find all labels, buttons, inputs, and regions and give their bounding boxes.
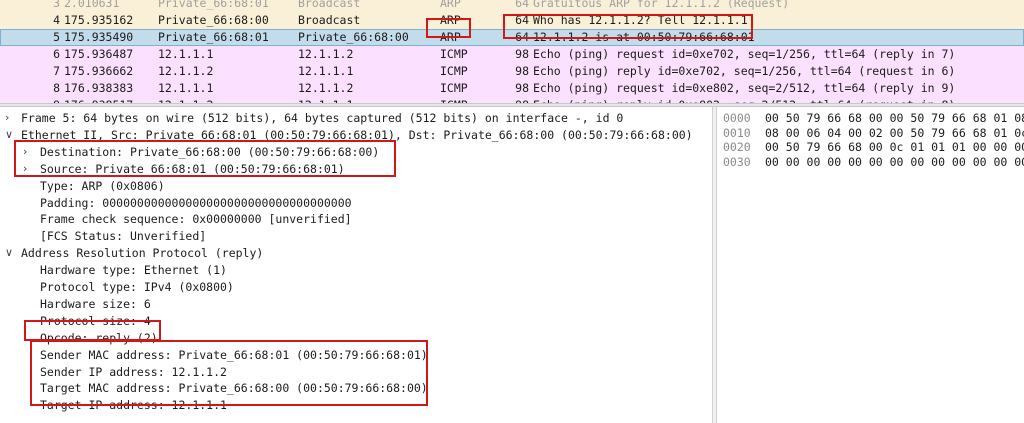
packet-destination: 12.1.1.2 — [298, 47, 354, 61]
packet-destination: Broadcast — [298, 13, 361, 27]
detail-tree-field[interactable]: Hardware type: Ethernet (1) — [0, 262, 712, 278]
annotation-box-info — [503, 14, 753, 39]
packet-row[interactable]: 8 176.938383 12.1.1.1 12.1.1.2 ICMP 98 Echo (p… — [0, 80, 1024, 97]
packet-protocol: ICMP — [440, 64, 468, 78]
packet-row[interactable]: 7 175.936662 12.1.1.2 12.1.1.1 ICMP 98 Echo (p… — [0, 63, 1024, 80]
tree-expanded-icon[interactable]: ∨ — [5, 245, 13, 261]
packet-time: 175.936662 — [64, 64, 134, 78]
detail-tree-field[interactable]: Type: ARP (0x0806) — [0, 178, 712, 194]
detail-text: Padding: 0000000000000000000000000000000… — [40, 195, 352, 210]
detail-tree-field[interactable]: [FCS Status: Unverified] — [0, 228, 712, 244]
detail-text: Address Resolution Protocol (reply) — [21, 246, 264, 261]
packet-protocol: ICMP — [440, 81, 468, 95]
packet-source: Private_66:68:01 — [158, 30, 269, 44]
packet-source: 12.1.1.1 — [158, 47, 214, 61]
packet-source: Private_66:68:00 — [158, 13, 269, 27]
hex-offset: 0030 — [723, 154, 751, 169]
packet-destination: Private_66:68:00 — [298, 30, 409, 44]
annotation-box-opcode — [24, 320, 161, 341]
packet-number: 8 — [53, 81, 60, 95]
packet-number: 5 — [53, 30, 60, 44]
detail-text: Hardware size: 6 — [40, 296, 151, 311]
packet-number: 7 — [53, 64, 60, 78]
detail-tree-field[interactable]: Padding: 0000000000000000000000000000000… — [0, 195, 712, 211]
hex-bytes[interactable]: 00 00 00 00 00 00 00 00 00 00 00 00 00 — [765, 154, 1024, 170]
packet-source: Private_66:68:01 — [158, 0, 269, 10]
packet-number: 4 — [53, 13, 60, 27]
packet-info: Echo (ping) request id=0xe702, seq=1/256… — [533, 47, 956, 61]
packet-info: Gratuitous ARP for 12.1.1.2 (Request) — [533, 0, 790, 10]
packet-time: 175.935162 — [64, 13, 134, 27]
packet-destination: Broadcast — [298, 0, 361, 10]
packet-time: 175.935490 — [64, 30, 134, 44]
packet-length: 64 — [515, 0, 529, 10]
detail-text: Frame 5: 64 bytes on wire (512 bits), 64… — [21, 111, 624, 125]
packet-destination: 12.1.1.2 — [298, 81, 354, 95]
packet-length: 98 — [515, 64, 529, 78]
packet-row[interactable]: 3 2.010631 Private_66:68:01 Broadcast ARP 64 G… — [0, 0, 1024, 12]
detail-tree-header[interactable]: › Frame 5: 64 bytes on wire (512 bits), 6… — [0, 110, 712, 126]
packet-protocol: ARP — [440, 0, 461, 10]
packet-source: 12.1.1.2 — [158, 64, 214, 78]
packet-source: 12.1.1.1 — [158, 81, 214, 95]
detail-text: Protocol type: IPv4 (0x0800) — [40, 280, 234, 294]
packet-time: 2.010631 — [64, 0, 120, 10]
detail-text: [FCS Status: Unverified] — [40, 229, 207, 244]
packet-protocol: ICMP — [440, 47, 468, 61]
detail-tree-field[interactable]: Protocol type: IPv4 (0x0800) — [0, 279, 712, 295]
detail-text: Hardware type: Ethernet (1) — [40, 263, 227, 278]
packet-info: Echo (ping) request id=0xe802, seq=2/512… — [533, 81, 956, 95]
packet-length: 98 — [515, 81, 529, 95]
packet-bytes: 0000 00 50 79 66 68 00 00 50 79 66 68 01 … — [717, 107, 1024, 423]
hex-row: 0030 00 00 00 00 00 00 00 00 00 00 00 00 … — [717, 154, 1024, 170]
detail-text: Type: ARP (0x0806) — [40, 178, 165, 193]
annotation-box-eth-addresses — [14, 140, 396, 177]
detail-text: Frame check sequence: 0x00000000 [unveri… — [40, 212, 352, 227]
tree-collapsed-icon[interactable]: › — [5, 110, 9, 126]
packet-row[interactable]: 6 175.936487 12.1.1.1 12.1.1.2 ICMP 98 Echo (p… — [0, 46, 1024, 63]
packet-length: 98 — [515, 47, 529, 61]
tree-expanded-icon[interactable]: ∨ — [5, 127, 13, 143]
packet-number: 3 — [53, 0, 60, 10]
detail-tree-field[interactable]: Hardware size: 6 — [0, 296, 712, 312]
annotation-box-arp-addresses — [30, 340, 428, 406]
detail-tree-header[interactable]: ∨ Address Resolution Protocol (reply) — [0, 245, 712, 261]
detail-tree-field[interactable]: Frame check sequence: 0x00000000 [unveri… — [0, 211, 712, 227]
packet-time: 176.938383 — [64, 81, 134, 95]
annotation-box-protocol — [426, 18, 471, 38]
packet-time: 175.936487 — [64, 47, 134, 61]
packet-number: 6 — [53, 47, 60, 61]
packet-destination: 12.1.1.1 — [298, 64, 354, 78]
packet-info: Echo (ping) reply id=0xe702, seq=1/256, … — [533, 64, 956, 78]
